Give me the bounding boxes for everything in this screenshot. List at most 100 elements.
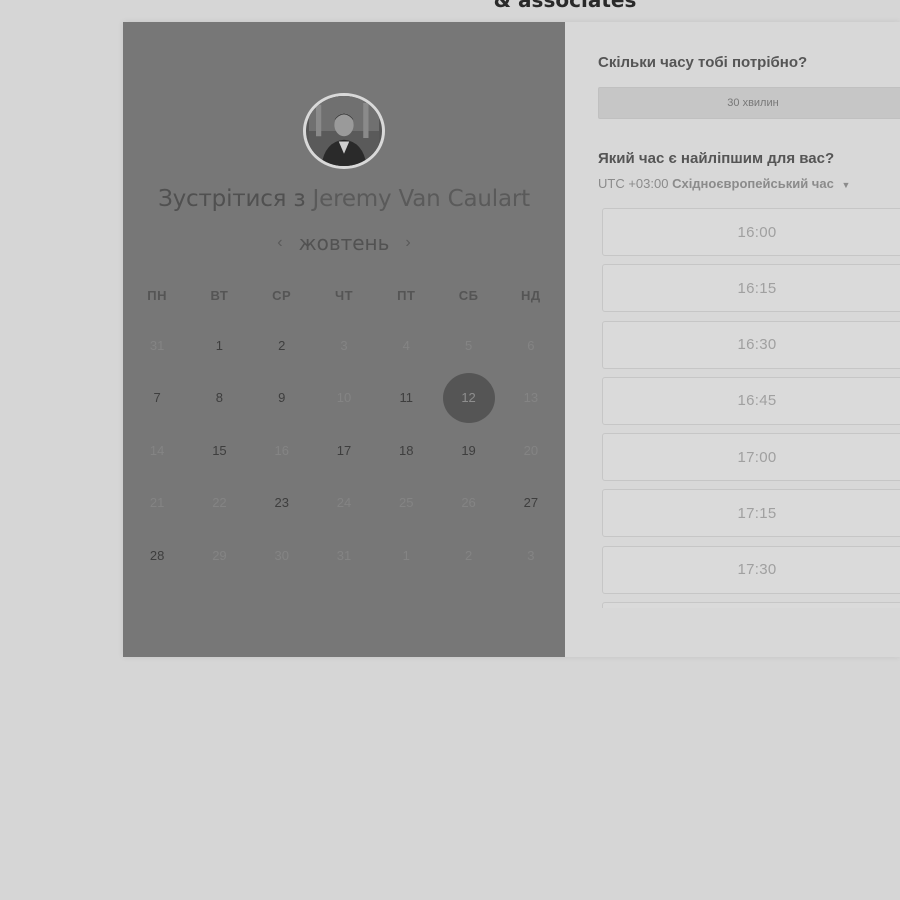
calendar-day-number: 15 [212,442,227,458]
calendar-day[interactable]: 19 [437,424,499,477]
calendar-day: 20 [500,424,562,477]
calendar-day-number: 27 [523,495,539,511]
calendar-day-number: 29 [212,547,227,563]
calendar-day[interactable]: 15 [188,424,250,477]
meeting-title-prefix: Зустрітися з [158,186,306,212]
calendar-day: 22 [188,477,250,530]
scheduler-card: Зустрітися з Jeremy Van Caulart ‹ жовтен… [123,22,900,657]
calendar-day-number: 2 [464,547,473,563]
calendar-day-number: 17 [336,442,352,458]
calendar-day: 30 [251,529,313,582]
host-avatar [303,93,385,169]
duration-question: Скільки часу тобі потрібно? [598,54,808,71]
calendar-day[interactable]: 28 [126,529,188,582]
calendar-day-number: 13 [523,390,539,406]
weekday-label: ПН [147,288,167,303]
calendar-day: 13 [500,372,562,425]
calendar-day-number: 19 [461,442,476,458]
calendar-day: 26 [437,477,499,530]
time-slot-button[interactable]: 17:30 [602,545,900,594]
month-navigation: ‹ жовтень › [123,231,565,255]
calendar-day-number: 24 [336,495,352,511]
calendar-day: 14 [126,424,188,477]
calendar-day[interactable]: 7 [126,372,188,425]
weekday-label: ВТ [210,288,229,303]
calendar-day-number: 11 [399,390,414,406]
calendar-day-number: 18 [399,442,414,458]
calendar-day[interactable]: 27 [500,477,562,530]
calendar-days-grid: 31 1 2 3 4 5 6 7 8 9 10 11 12 13 14 15 16 17 18 19 20 21 22 23 2… [126,319,562,582]
calendar-day-number: 1 [402,547,410,563]
calendar-day: 16 [251,424,313,477]
calendar-panel: Зустрітися з Jeremy Van Caulart ‹ жовтен… [123,22,565,657]
calendar-day: 24 [313,477,375,530]
calendar-day-selected[interactable]: 12 [437,372,499,425]
timezone-selector[interactable]: UTC +03:00 Східноєвропейський час ▼ [598,176,850,191]
month-label: жовтень [298,231,390,255]
calendar-day-number: 12 [442,372,495,423]
calendar-day-number: 23 [274,495,289,511]
calendar-day: 1 [375,529,437,582]
calendar-day: 29 [188,529,250,582]
calendar-day[interactable]: 2 [251,319,313,372]
calendar-day: 31 [126,319,188,372]
avatar-photo [309,96,379,166]
chevron-right-icon[interactable]: › [399,234,416,252]
weekday-label: СБ [458,288,479,303]
time-slot-button[interactable]: 16:00 [602,208,900,256]
calendar-day-number: 25 [399,495,414,511]
calendar-day-number: 30 [274,547,289,563]
calendar-day: 2 [437,529,499,582]
calendar-day-number: 26 [461,495,476,511]
meeting-title: Зустрітися з Jeremy Van Caulart [123,186,565,212]
time-slot-button[interactable]: 17:00 [602,433,900,482]
calendar-day-number: 6 [527,337,535,353]
calendar-day-number: 8 [215,390,224,406]
time-slot-list: 16:00 16:15 16:30 16:45 17:00 17:15 17:30 [602,208,900,608]
calendar-day: 5 [437,319,499,372]
calendar-day-number: 9 [278,390,286,406]
timezone-offset: UTC +03:00 [598,176,669,191]
calendar-day-number: 20 [523,442,539,458]
calendar-day[interactable]: 11 [375,372,437,425]
time-slot-button[interactable]: 16:30 [602,320,900,369]
duration-select[interactable]: 30 хвилин [598,87,900,119]
time-slot-button[interactable] [602,602,900,608]
calendar-day-number: 31 [149,337,165,353]
calendar-day-number: 1 [215,337,224,353]
calendar-day: 21 [126,477,188,530]
calendar-day: 3 [313,319,375,372]
calendar-day: 31 [313,529,375,582]
calendar-day-number: 4 [402,337,410,353]
calendar-day-number: 10 [336,390,352,406]
time-slot-button[interactable]: 16:45 [602,376,900,425]
calendar-day[interactable]: 1 [188,319,250,372]
calendar-day-number: 7 [153,390,161,406]
calendar-day-number: 22 [212,495,227,511]
calendar-day-number: 3 [340,337,348,353]
time-slot-button[interactable]: 17:15 [602,489,900,538]
time-question: Який час є найліпшим для вас? [598,150,835,167]
calendar-day[interactable]: 17 [313,424,375,477]
weekday-header: ПН ВТ СР ЧТ ПТ СБ НД [126,288,562,303]
time-slot-button[interactable]: 16:15 [602,264,900,313]
caret-down-icon: ▼ [841,180,851,190]
chevron-left-icon[interactable]: ‹ [271,234,288,252]
calendar-day: 4 [375,319,437,372]
calendar-day-number: 21 [149,495,165,511]
brand-title: & associates [493,0,637,12]
weekday-label: НД [521,288,541,303]
calendar-day[interactable]: 23 [251,477,313,530]
host-name: Jeremy Van Caulart [312,186,531,212]
calendar-day-number: 2 [278,337,286,353]
calendar-day-number: 31 [336,547,352,563]
calendar-day[interactable]: 8 [188,372,250,425]
weekday-label: ПТ [397,288,416,303]
booking-panel: Скільки часу тобі потрібно? 30 хвилин Як… [565,22,900,657]
calendar-day[interactable]: 18 [375,424,437,477]
calendar-day-number: 16 [274,442,289,458]
calendar-day-number: 14 [149,442,165,458]
calendar-day[interactable]: 9 [251,372,313,425]
calendar-day: 25 [375,477,437,530]
calendar-day: 10 [313,372,375,425]
